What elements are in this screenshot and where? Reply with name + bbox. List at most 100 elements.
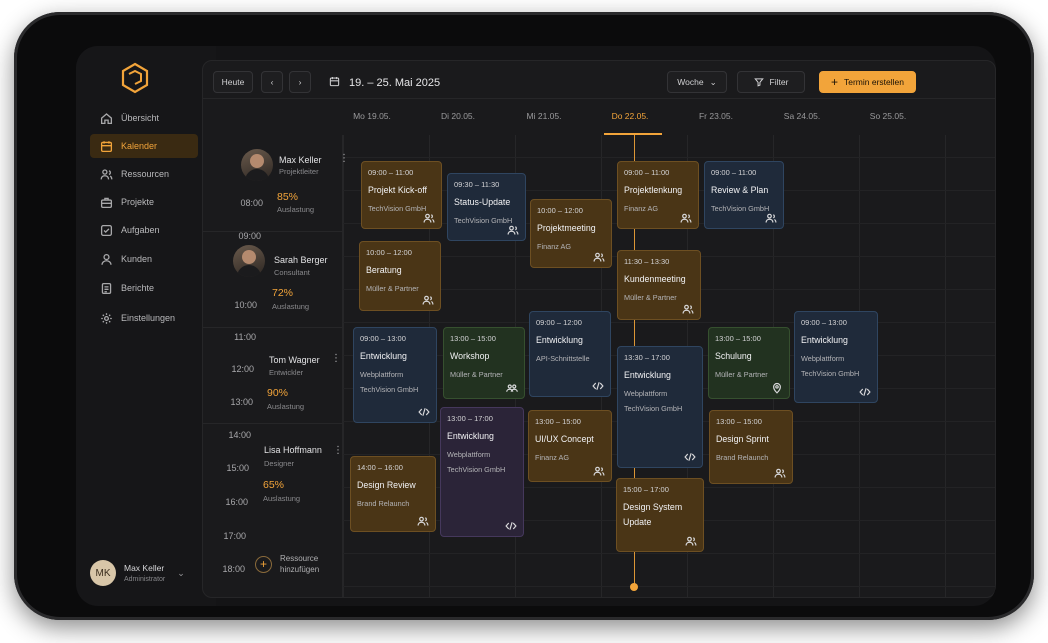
day-header[interactable]: Sa 24.05. <box>759 111 845 121</box>
user-icon <box>101 253 112 265</box>
filter-button[interactable]: Filter <box>737 71 805 93</box>
event-title: Review & Plan <box>711 185 769 195</box>
resource-name: Max Keller <box>279 155 322 165</box>
day-header[interactable]: Fr 23.05. <box>673 111 759 121</box>
resource-utilization: 85% <box>277 191 299 203</box>
more-icon[interactable]: ⋮ <box>339 153 349 164</box>
event-client: Finanz AG <box>535 453 570 462</box>
avatar: MK <box>90 560 116 586</box>
filter-label: Filter <box>769 77 789 87</box>
event-client: TechVision GmbH <box>447 465 506 474</box>
resource-role: Consultant <box>274 268 310 277</box>
sidebar-item-berichte[interactable]: Berichte <box>90 276 198 300</box>
event-time: 13:00 – 15:00 <box>535 417 581 426</box>
event-time: 13:00 – 15:00 <box>716 417 762 426</box>
sidebar-item-aufgaben[interactable]: Aufgaben <box>90 218 198 242</box>
resource-row[interactable]: Tom Wagner Entwickler 90% Auslastung ⋮ <box>203 327 343 423</box>
code-icon <box>684 450 696 462</box>
sidebar-item-kunden[interactable]: Kunden <box>90 247 198 271</box>
event-card[interactable]: 09:00 – 11:00 Projekt Kick-off TechVisio… <box>361 161 442 229</box>
view-select[interactable]: Woche ⌄ <box>667 71 727 93</box>
day-header[interactable]: Di 20.05. <box>415 111 501 121</box>
sidebar-item-ressourcen[interactable]: Ressourcen <box>90 162 198 186</box>
prev-week-button[interactable]: ‹ <box>261 71 283 93</box>
sidebar-item-uebersicht[interactable]: Übersicht <box>90 106 198 130</box>
sidebar-item-label: Einstellungen <box>121 313 176 323</box>
sidebar-item-label: Berichte <box>121 283 155 293</box>
next-week-button[interactable]: › <box>289 71 311 93</box>
event-card[interactable]: 09:30 – 11:30 Status-Update TechVision G… <box>447 173 526 241</box>
time-label: 18:00 <box>222 564 245 574</box>
event-title: Projekt Kick-off <box>368 185 427 195</box>
checkbox-icon <box>100 224 113 236</box>
event-card[interactable]: 14:00 – 16:00 Design Review Brand Relaun… <box>350 456 436 532</box>
resource-name: Lisa Hoffmann <box>264 445 322 455</box>
event-card[interactable]: 13:00 – 15:00 Schulung Müller & Partner <box>708 327 790 399</box>
event-time: 11:30 – 13:30 <box>624 257 670 266</box>
event-time: 10:00 – 12:00 <box>537 206 583 215</box>
chevron-right-icon: › <box>298 77 302 87</box>
time-label: 15:00 <box>226 463 249 473</box>
event-card[interactable]: 09:00 – 13:00 Entwicklung Webplattform T… <box>794 311 878 403</box>
sidebar-item-kalender[interactable]: Kalender <box>90 134 198 158</box>
event-card[interactable]: 13:00 – 15:00 Design Sprint Brand Relaun… <box>709 410 793 484</box>
create-event-button[interactable]: + Termin erstellen <box>819 71 916 93</box>
avatar <box>233 245 265 277</box>
resource-role: Entwickler <box>269 368 304 377</box>
event-card[interactable]: 11:30 – 13:30 Kundenmeeting Müller & Par… <box>617 250 701 320</box>
chevron-down-icon[interactable]: ⌄ <box>177 568 185 579</box>
day-header[interactable]: Mi 21.05. <box>501 111 587 121</box>
plus-icon: + <box>830 75 838 89</box>
sidebar-item-einstellungen[interactable]: Einstellungen <box>90 306 198 330</box>
resource-utilization-label: Auslastung <box>277 205 315 214</box>
event-title: Kundenmeeting <box>624 274 686 284</box>
day-header[interactable]: So 25.05. <box>845 111 931 121</box>
add-resource-button[interactable]: + Ressource hinzufügen <box>255 553 322 575</box>
users-icon <box>100 168 113 179</box>
event-card[interactable]: 13:00 – 17:00 Entwicklung Webplattform T… <box>440 407 524 537</box>
event-client: Brand Relaunch <box>716 453 769 462</box>
resource-utilization: 90% <box>267 387 289 399</box>
event-project: API-Schnittstelle <box>536 354 590 363</box>
event-title: Schulung <box>715 351 752 361</box>
current-user[interactable]: MK Max Keller Administrator ⌄ <box>90 558 210 588</box>
time-label: 10:00 <box>234 300 257 310</box>
event-time: 09:00 – 13:00 <box>360 334 406 343</box>
resource-row[interactable]: Sarah Berger Consultant 72% Auslastung <box>203 231 343 327</box>
location-icon <box>771 381 783 394</box>
resource-role: Projektleiter <box>279 167 319 176</box>
resource-row[interactable]: Max Keller Projektleiter 85% Auslastung … <box>203 135 349 231</box>
event-time: 15:00 – 17:00 <box>623 485 669 494</box>
time-label: 13:00 <box>230 397 253 407</box>
sidebar-item-label: Ressourcen <box>121 169 170 179</box>
event-card[interactable]: 09:00 – 11:00 Review & Plan TechVision G… <box>704 161 784 229</box>
event-card[interactable]: 09:00 – 11:00 Projektlenkung Finanz AG <box>617 161 699 229</box>
event-card[interactable]: 10:00 – 12:00 Projektmeeting Finanz AG <box>530 199 612 268</box>
code-icon <box>505 519 517 531</box>
event-time: 09:00 – 11:00 <box>711 168 757 177</box>
resource-utilization: 65% <box>263 479 285 491</box>
user-name: Max Keller <box>124 563 165 573</box>
event-card[interactable]: 15:00 – 17:00 Design System Update <box>616 478 704 552</box>
event-card[interactable]: 09:00 – 12:00 Entwicklung API-Schnittste… <box>529 311 611 397</box>
event-card[interactable]: 09:00 – 13:00 Entwicklung Webplattform T… <box>353 327 437 423</box>
event-card[interactable]: 10:00 – 12:00 Beratung Müller & Partner <box>359 241 441 311</box>
people-icon <box>417 514 429 526</box>
event-title: Projektmeeting <box>537 223 596 233</box>
calendar-panel: Heute ‹ › 19. – 25. Mai 2025 Woche ⌄ Fil… <box>202 60 996 598</box>
day-header-today[interactable]: Do 22.05. <box>587 111 673 121</box>
sidebar-item-projekte[interactable]: Projekte <box>90 190 198 214</box>
event-card[interactable]: 13:00 – 15:00 UI/UX Concept Finanz AG <box>528 410 612 482</box>
event-card[interactable]: 13:00 – 15:00 Workshop Müller & Partner <box>443 327 525 399</box>
today-button[interactable]: Heute <box>213 71 253 93</box>
event-client: TechVision GmbH <box>360 385 419 394</box>
people-icon <box>685 534 697 546</box>
event-card[interactable]: 13:30 – 17:00 Entwicklung Webplattform T… <box>617 346 703 468</box>
day-header[interactable]: Mo 19.05. <box>329 111 415 121</box>
event-title: Beratung <box>366 265 402 275</box>
more-icon[interactable]: ⋮ <box>333 445 343 456</box>
people-icon <box>682 302 694 314</box>
create-event-label: Termin erstellen <box>844 77 904 87</box>
more-icon[interactable]: ⋮ <box>331 353 341 364</box>
date-range-label: 19. – 25. Mai 2025 <box>349 77 441 89</box>
